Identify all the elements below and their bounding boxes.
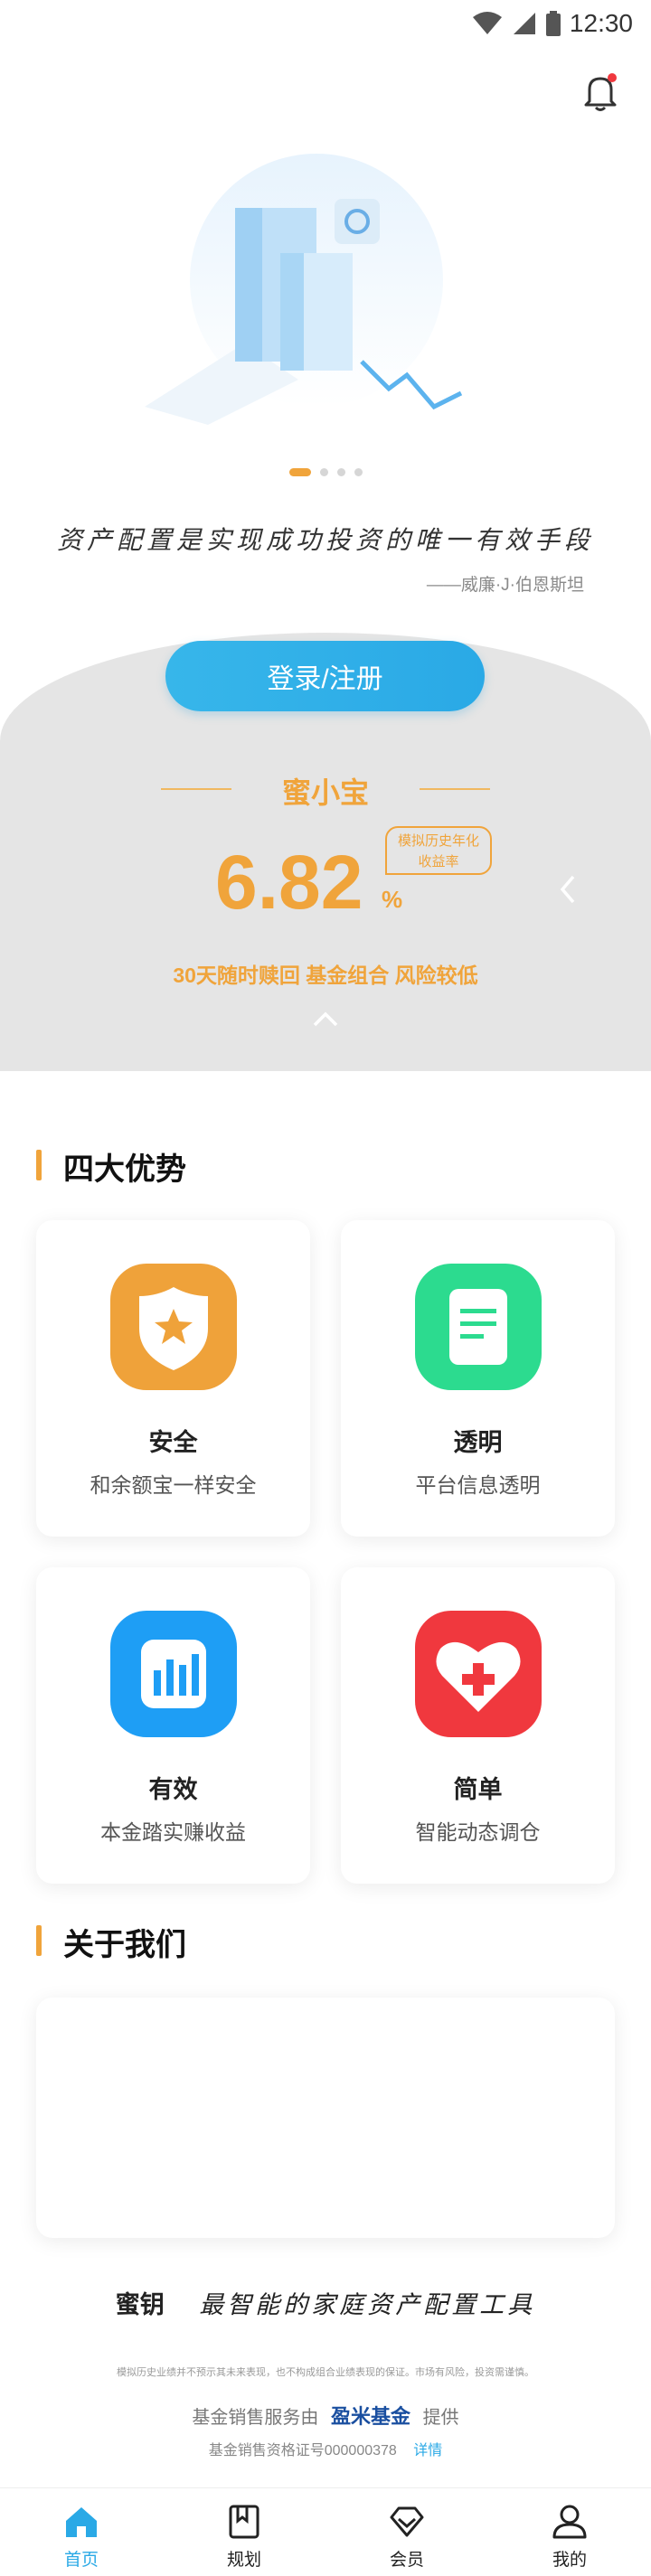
login-register-button[interactable]: 登录/注册 bbox=[165, 641, 485, 711]
bar-chart-icon bbox=[110, 1611, 237, 1737]
advantage-card-simple[interactable]: 简单 智能动态调仓 bbox=[341, 1567, 615, 1884]
advantages-title: 四大优势 bbox=[36, 1144, 186, 1189]
footer-tagline: 最智能的家庭资产配置工具 bbox=[199, 2291, 536, 2319]
fund-provider: 基金销售服务由 盈米基金 提供 bbox=[0, 2401, 651, 2430]
bell-icon bbox=[584, 73, 617, 111]
advantage-card-safe[interactable]: 安全 和余额宝一样安全 bbox=[36, 1220, 310, 1537]
rate-value: 6.82 bbox=[215, 840, 363, 925]
quote-author: ——威廉·J·伯恩斯坦 bbox=[426, 576, 584, 595]
chevron-up-icon bbox=[313, 1011, 338, 1027]
nav-mine[interactable]: 我的 bbox=[488, 2488, 651, 2576]
document-icon bbox=[415, 1264, 542, 1390]
chevron-left-icon bbox=[560, 875, 575, 904]
risk-disclaimer: 模拟历史业绩并不预示其未来表现，也不构成组合业绩表现的保证。市场有风险，投资需谨… bbox=[117, 2366, 534, 2378]
nav-label: 首页 bbox=[63, 2551, 99, 2570]
nav-label: 规划 bbox=[226, 2551, 261, 2570]
user-icon bbox=[552, 2505, 587, 2539]
nav-label: 会员 bbox=[389, 2551, 424, 2570]
home-icon bbox=[66, 2507, 97, 2537]
card-title: 有效 bbox=[148, 1776, 198, 1803]
product-tags: 30天随时赎回 基金组合 风险较低 bbox=[173, 964, 478, 987]
provider-prefix: 基金销售服务由 bbox=[192, 2408, 319, 2428]
nav-label: 我的 bbox=[552, 2551, 587, 2570]
carousel-dot[interactable] bbox=[354, 468, 363, 476]
nav-plan[interactable]: 规划 bbox=[163, 2488, 326, 2576]
notification-bell-button[interactable] bbox=[582, 72, 618, 112]
card-desc: 本金踏实赚收益 bbox=[100, 1820, 246, 1844]
signal-icon bbox=[513, 13, 535, 34]
rate-badge: 模拟历史年化 收益率 bbox=[385, 826, 492, 875]
card-desc: 和余额宝一样安全 bbox=[90, 1473, 257, 1497]
about-card[interactable] bbox=[36, 1998, 615, 2238]
battery-icon bbox=[545, 11, 561, 36]
nav-home[interactable]: 首页 bbox=[0, 2488, 163, 2576]
license-text: 基金销售资格证号000000378 bbox=[208, 2443, 397, 2458]
carousel-dot[interactable] bbox=[288, 468, 311, 476]
license-detail-link[interactable]: 详情 bbox=[413, 2443, 442, 2458]
status-time: 12:30 bbox=[569, 9, 633, 37]
product-name[interactable]: 蜜小宝 bbox=[0, 770, 651, 812]
diamond-icon bbox=[390, 2506, 424, 2537]
footer-brand: 蜜钥 bbox=[115, 2291, 165, 2318]
provider-suffix: 提供 bbox=[422, 2408, 459, 2428]
wifi-icon bbox=[472, 12, 502, 34]
rate-unit: % bbox=[382, 886, 403, 913]
book-icon bbox=[229, 2505, 259, 2539]
carousel-dot[interactable] bbox=[336, 468, 345, 476]
card-desc: 平台信息透明 bbox=[415, 1473, 541, 1497]
provider-logo: 盈米基金 bbox=[330, 2405, 410, 2428]
rate-badge-line1: 模拟历史年化 bbox=[397, 833, 479, 849]
shield-star-icon bbox=[110, 1264, 237, 1390]
status-icons: 12:30 bbox=[472, 9, 633, 38]
card-title: 安全 bbox=[148, 1429, 198, 1456]
card-desc: 智能动态调仓 bbox=[415, 1820, 541, 1844]
expand-button[interactable] bbox=[311, 1009, 340, 1030]
carousel-dot[interactable] bbox=[319, 468, 328, 476]
about-title: 关于我们 bbox=[36, 1920, 186, 1964]
card-title: 简单 bbox=[453, 1776, 503, 1803]
heart-plus-icon bbox=[415, 1611, 542, 1737]
rate-badge-line2: 收益率 bbox=[418, 854, 459, 870]
advantage-card-transparent[interactable]: 透明 平台信息透明 bbox=[341, 1220, 615, 1537]
hero-illustration bbox=[145, 154, 463, 425]
bottom-nav: 首页 规划 会员 我的 bbox=[0, 2487, 651, 2576]
advantage-card-effective[interactable]: 有效 本金踏实赚收益 bbox=[36, 1567, 310, 1884]
card-title: 透明 bbox=[453, 1429, 503, 1456]
carousel-indicator[interactable] bbox=[0, 468, 651, 476]
footer-slogan: 蜜钥 最智能的家庭资产配置工具 bbox=[0, 2285, 651, 2320]
status-bar: 12:30 bbox=[0, 0, 651, 47]
license-info: 基金销售资格证号000000378 详情 bbox=[0, 2438, 651, 2459]
next-product-button[interactable] bbox=[555, 873, 580, 906]
nav-member[interactable]: 会员 bbox=[326, 2488, 488, 2576]
hero-quote: 资产配置是实现成功投资的唯一有效手段 bbox=[56, 525, 594, 555]
